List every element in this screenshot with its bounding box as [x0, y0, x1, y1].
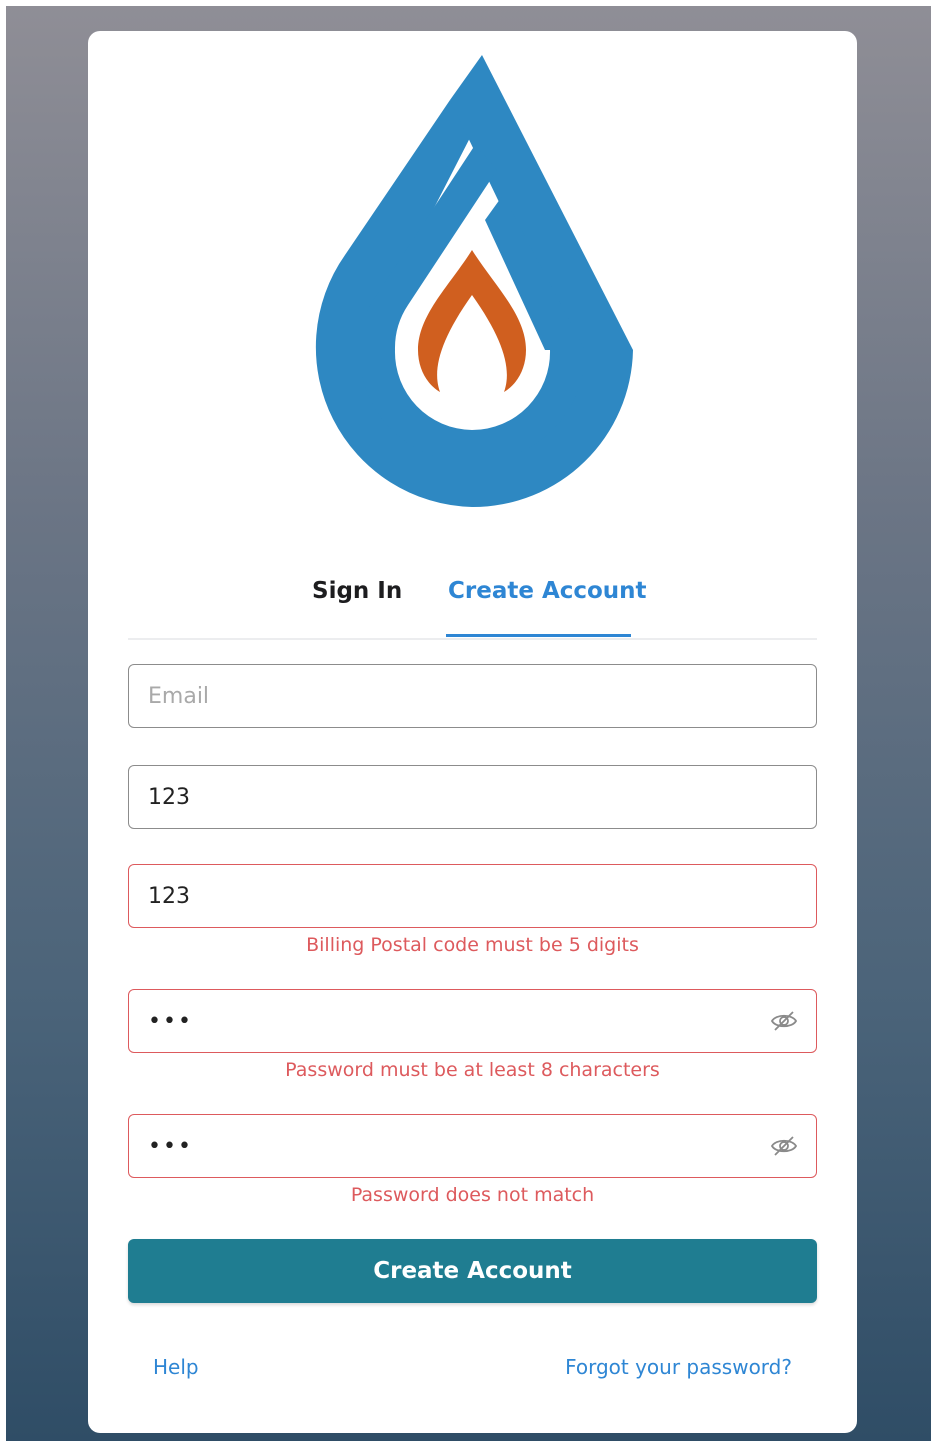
billing-postal-input[interactable]: [129, 865, 816, 927]
tab-create-account[interactable]: Create Account: [448, 578, 647, 604]
billing-postal-field: [128, 864, 817, 928]
postal-error-message: Billing Postal code must be 5 digits: [306, 934, 639, 956]
eye-off-icon[interactable]: [770, 1009, 798, 1033]
tab-sign-in[interactable]: Sign In: [312, 578, 402, 604]
email-field: [128, 664, 817, 728]
forgot-password-link[interactable]: Forgot your password?: [565, 1355, 792, 1379]
confirm-password-error-message: Password does not match: [350, 1184, 595, 1206]
eye-off-icon[interactable]: [770, 1134, 798, 1158]
help-link[interactable]: Help: [153, 1355, 199, 1379]
email-input[interactable]: [129, 665, 816, 727]
password-input[interactable]: [129, 990, 816, 1052]
text-input[interactable]: [129, 766, 816, 828]
auth-tabs: Sign In Create Account: [128, 560, 817, 640]
password-error-message: Password must be at least 8 characters: [285, 1059, 660, 1081]
confirm-password-field: [128, 1114, 817, 1178]
active-tab-indicator: [446, 634, 631, 637]
brand-logo-icon: [315, 55, 633, 508]
password-field: [128, 989, 817, 1053]
create-account-button[interactable]: Create Account: [128, 1239, 817, 1303]
text-field: [128, 765, 817, 829]
confirm-password-input[interactable]: [129, 1115, 816, 1177]
